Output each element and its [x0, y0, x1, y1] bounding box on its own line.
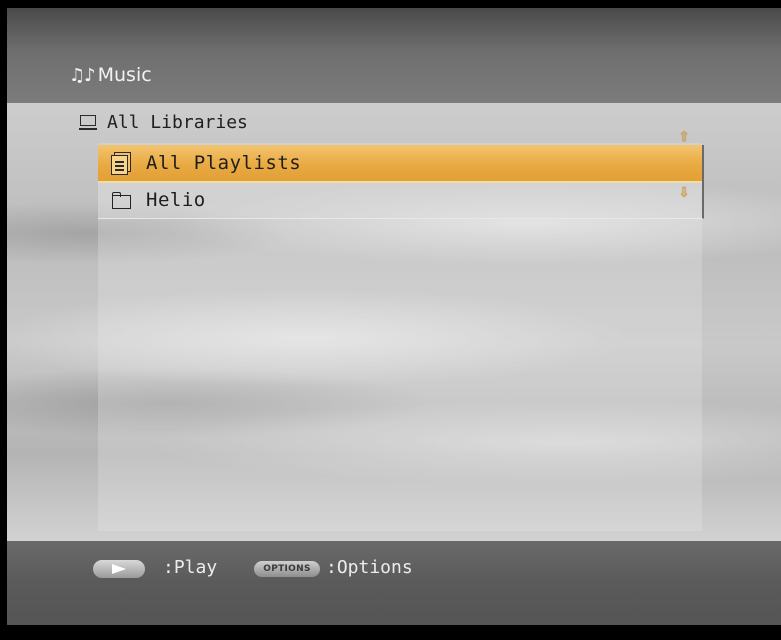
breadcrumb[interactable]: All Libraries: [79, 112, 248, 133]
list-item-label: All Playlists: [146, 152, 302, 174]
folder-icon: [110, 189, 132, 211]
options-key-icon: OPTIONS: [254, 561, 320, 577]
tv-icon: [79, 115, 97, 130]
music-notes-icon: ♫♪: [69, 64, 96, 86]
play-button-icon: [93, 560, 145, 578]
scroll-down-arrow-icon[interactable]: ⇩: [674, 183, 694, 201]
scroll-up-arrow-icon[interactable]: ⇧: [674, 127, 694, 145]
options-hint: :Options: [326, 557, 413, 578]
play-hint: :Play: [163, 557, 218, 578]
footer-bar: :Play OPTIONS :Options: [7, 541, 781, 625]
header-bar: ♫♪ Music: [7, 8, 781, 103]
list-item-all-playlists[interactable]: All Playlists: [98, 145, 702, 183]
page-title-label: Music: [97, 64, 152, 86]
item-list: All Playlists Helio: [98, 145, 704, 219]
breadcrumb-label: All Libraries: [107, 112, 248, 133]
page-title: ♫♪ Music: [69, 64, 152, 86]
list-item-helio[interactable]: Helio: [98, 182, 702, 218]
list-item-label: Helio: [146, 189, 206, 211]
playlist-icon: [110, 152, 132, 175]
music-screen: ♫♪ Music All Libraries All Playlists Hel…: [7, 8, 781, 625]
